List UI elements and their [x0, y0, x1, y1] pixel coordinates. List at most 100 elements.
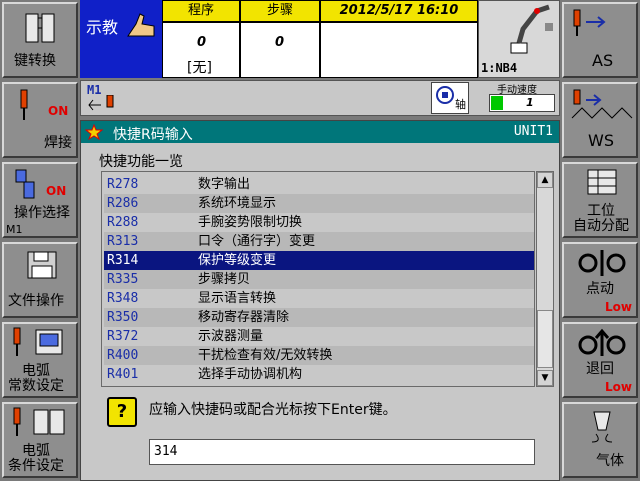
r-code-input[interactable]: 314 [149, 439, 535, 465]
jog-points-icon [578, 250, 626, 276]
list-item-code: R313 [107, 234, 139, 249]
list-item[interactable]: R348 显示语言转换 [104, 289, 534, 308]
list-item[interactable]: R313 口令（通行字）变更 [104, 232, 534, 251]
step-header: 步骤 [240, 0, 320, 22]
axis-rotate-icon [436, 86, 454, 104]
manual-speed-bar: 1 [489, 94, 555, 112]
arc-constant-label: 电弧 常数设定 [8, 363, 64, 394]
robot-arm-icon [510, 4, 553, 54]
list-item-code: R288 [107, 215, 139, 230]
list-item-code: R286 [107, 196, 139, 211]
file-operation-label: 文件操作 [8, 293, 64, 309]
manual-speed-value: 1 [526, 96, 534, 109]
list-item-name: 数字输出 [198, 177, 251, 192]
robot-status-panel: 1:NB4 [478, 0, 560, 78]
station-auto-assign-label: 工位 自动分配 [573, 203, 629, 234]
list-item-code: R335 [107, 272, 139, 287]
weld-button[interactable]: ON 焊接 [2, 82, 78, 158]
list-item-name: 选择手动协调机构 [198, 367, 303, 382]
file-operation-button[interactable]: 文件操作 [2, 242, 78, 318]
retract-points-icon [578, 328, 626, 356]
retract-label: 退回 [586, 361, 614, 377]
dialog-star-icon [85, 124, 103, 140]
message-area [320, 22, 478, 78]
program-number: 0 [197, 35, 207, 50]
key-switch-button[interactable]: 键转换 [2, 2, 78, 78]
list-item-code: R372 [107, 329, 139, 344]
scroll-thumb[interactable] [537, 310, 553, 368]
list-item[interactable]: R288 手腕姿势限制切换 [104, 213, 534, 232]
list-item[interactable]: R372 示波器测量 [104, 327, 534, 346]
operation-select-button[interactable]: ON 操作选择 M1 [2, 162, 78, 238]
axis-label: 轴 [455, 98, 466, 111]
list-item-code: R348 [107, 291, 139, 306]
key-switch-label: 键转换 [14, 53, 56, 69]
book-switch-icon [25, 13, 55, 43]
arc-condition-button[interactable]: 电弧 条件设定 [2, 402, 78, 478]
program-name: [无] [187, 60, 212, 76]
teach-hand-icon [127, 13, 155, 37]
list-item[interactable]: R286 系统环境显示 [104, 194, 534, 213]
dialog-unit: UNIT1 [513, 124, 553, 139]
arc-condition-icon [13, 407, 65, 436]
list-item[interactable]: R314 保护等级变更 [104, 251, 534, 270]
teach-mode-indicator: 示教 [80, 0, 162, 78]
program-cell[interactable]: 0 [无] [162, 22, 240, 78]
list-heading: 快捷功能一览 [99, 154, 183, 170]
list-item-name: 步骤拷贝 [198, 272, 251, 287]
question-icon: ? [107, 397, 137, 427]
mechanism-torch-icon [88, 95, 114, 111]
list-item-name: 示波器测量 [198, 329, 264, 344]
floppy-disk-icon [27, 251, 57, 279]
jog-label: 点动 [586, 281, 614, 297]
scroll-up-button[interactable]: ▲ [537, 172, 553, 188]
arc-constant-icon [13, 327, 63, 356]
step-cell[interactable]: 0 [240, 22, 320, 78]
list-item[interactable]: R335 步骤拷贝 [104, 270, 534, 289]
list-item[interactable]: R350 移动寄存器清除 [104, 308, 534, 327]
list-item-code: R314 [107, 253, 139, 268]
list-item[interactable]: R400 干扰检查有效/无效转换 [104, 346, 534, 365]
list-item-name: 系统环境显示 [198, 196, 277, 211]
datetime-display: 2012/5/17 16:10 [320, 0, 478, 22]
robot-select-icon [15, 169, 35, 199]
arc-constant-button[interactable]: 电弧 常数设定 [2, 322, 78, 398]
mode-label: 示教 [86, 18, 119, 37]
input-prompt: 应输入快捷码或配合光标按下Enter键。 [149, 402, 397, 418]
scroll-up-icon: ▲ [541, 175, 549, 185]
ws-label: WS [588, 131, 614, 150]
weave-icon [571, 89, 633, 119]
scroll-down-icon: ▼ [541, 373, 549, 383]
list-item-name: 显示语言转换 [198, 291, 277, 306]
quick-function-list[interactable]: R278 数字输出 R286 系统环境显示 R288 手腕姿势限制切换 R313 口令（通行字… [101, 171, 535, 387]
operation-select-label: 操作选择 [14, 205, 70, 221]
operation-mech-label: M1 [6, 223, 23, 236]
list-item-code: R400 [107, 348, 139, 363]
jog-button[interactable]: 点动 Low [562, 242, 638, 318]
retract-button[interactable]: 退回 Low [562, 322, 638, 398]
list-item-name: 保护等级变更 [198, 253, 277, 268]
manual-speed-indicator: 手动速度 1 [485, 81, 559, 115]
welding-torch-icon [20, 89, 28, 120]
quick-r-code-dialog: 快捷R码输入 UNIT1 快捷功能一览 R278 数字输出 R286 系统环境显示 R2… [80, 120, 560, 481]
list-item[interactable]: R278 数字输出 [104, 175, 534, 194]
dialog-title-bar: 快捷R码输入 UNIT1 [81, 121, 559, 143]
station-grid-icon [587, 169, 617, 195]
gas-button[interactable]: 气体 [562, 402, 638, 478]
list-item-code: R278 [107, 177, 139, 192]
as-label: AS [592, 51, 614, 70]
mechanism-strip: M1 轴 手动速度 1 [80, 80, 560, 116]
list-scrollbar[interactable]: ▲ ▼ [536, 171, 554, 387]
robot-name: 1:NB4 [481, 61, 518, 75]
station-auto-assign-button[interactable]: 工位 自动分配 [562, 162, 638, 238]
scroll-down-button[interactable]: ▼ [537, 370, 553, 386]
step-number: 0 [275, 35, 285, 50]
operation-on-badge: ON [46, 184, 67, 198]
ws-button[interactable]: WS [562, 82, 638, 158]
list-item[interactable]: R401 选择手动协调机构 [104, 365, 534, 384]
axis-mode-button[interactable]: 轴 [431, 82, 469, 114]
list-item-code: R350 [107, 310, 139, 325]
list-item-name: 口令（通行字）变更 [198, 234, 316, 249]
weld-on-badge: ON [48, 104, 69, 118]
as-button[interactable]: AS [562, 2, 638, 78]
